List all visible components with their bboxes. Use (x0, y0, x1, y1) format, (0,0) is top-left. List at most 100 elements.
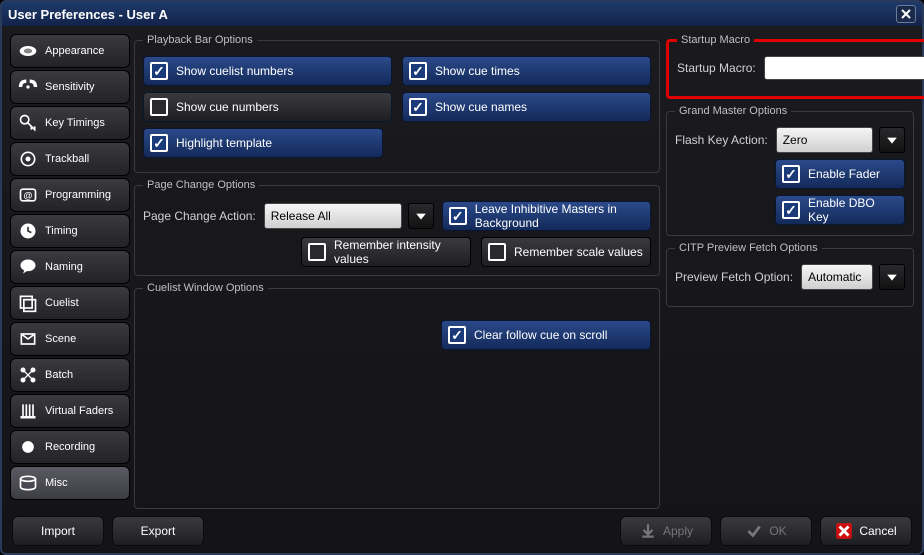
signal-icon (17, 76, 39, 98)
preferences-window: User Preferences - User A Appearance Sen… (0, 0, 924, 555)
key-icon (17, 112, 39, 134)
sidebar-item-naming[interactable]: Naming (10, 250, 130, 284)
highlight-template-checkbox[interactable]: ✓ Highlight template (143, 128, 383, 158)
cuelist-window-options: Cuelist Window Options ✓ Clear follow cu… (134, 282, 660, 509)
sidebar-item-cuelist[interactable]: Cuelist (10, 286, 130, 320)
show-cue-numbers-checkbox[interactable]: ✓ Show cue numbers (143, 92, 392, 122)
sidebar: Appearance Sensitivity Key Timings Track… (10, 34, 130, 509)
startup-macro-input[interactable] (764, 56, 924, 80)
select-value: Zero (783, 133, 808, 147)
sidebar-item-programming[interactable]: @ Programming (10, 178, 130, 212)
sidebar-item-scene[interactable]: Scene (10, 322, 130, 356)
grand-master-options: Grand Master Options Flash Key Action: Z… (666, 105, 914, 236)
sidebar-item-timing[interactable]: Timing (10, 214, 130, 248)
show-cue-times-checkbox[interactable]: ✓ Show cue times (402, 56, 651, 86)
sidebar-item-appearance[interactable]: Appearance (10, 34, 130, 68)
flash-key-select[interactable]: Zero (776, 127, 873, 153)
show-cuelist-numbers-checkbox[interactable]: ✓ Show cuelist numbers (143, 56, 392, 86)
sidebar-item-key-timings[interactable]: Key Timings (10, 106, 130, 140)
citp-options: CITP Preview Fetch Options Preview Fetch… (666, 242, 914, 307)
checkbox-icon: ✓ (150, 134, 168, 152)
sidebar-item-recording[interactable]: Recording (10, 430, 130, 464)
show-cue-names-checkbox[interactable]: ✓ Show cue names (402, 92, 651, 122)
checkbox-label: Show cue names (435, 100, 527, 114)
target-icon (17, 148, 39, 170)
apply-button[interactable]: Apply (620, 516, 712, 546)
sidebar-item-batch[interactable]: Batch (10, 358, 130, 392)
close-button[interactable] (896, 5, 916, 23)
grid-icon (17, 364, 39, 386)
dropdown-arrow[interactable] (879, 127, 905, 153)
checkbox-label: Show cuelist numbers (176, 64, 293, 78)
at-icon: @ (17, 184, 39, 206)
checkbox-icon (488, 243, 506, 261)
faders-icon (17, 400, 39, 422)
checkbox-icon: ✓ (782, 201, 800, 219)
checkbox-icon: ✓ (150, 98, 168, 116)
citp-select[interactable]: Automatic (801, 264, 873, 290)
startup-macro-label: Startup Macro: (677, 61, 756, 75)
check-icon (745, 522, 763, 540)
sidebar-item-trackball[interactable]: Trackball (10, 142, 130, 176)
sidebar-item-label: Key Timings (45, 117, 105, 129)
sidebar-item-label: Timing (45, 225, 78, 237)
checkbox-icon: ✓ (782, 165, 800, 183)
select-value: Release All (271, 209, 331, 223)
ok-button[interactable]: OK (720, 516, 812, 546)
citp-legend: CITP Preview Fetch Options (675, 242, 822, 254)
checkbox-icon: ✓ (409, 62, 427, 80)
dropdown-arrow[interactable] (408, 203, 434, 229)
left-column: Playback Bar Options ✓ Show cuelist numb… (134, 34, 660, 509)
startup-macro-group: Startup Macro Startup Macro: (666, 34, 924, 99)
checkbox-label: Highlight template (176, 136, 272, 150)
window-title: User Preferences - User A (8, 7, 168, 22)
sidebar-item-sensitivity[interactable]: Sensitivity (10, 70, 130, 104)
sidebar-item-virtual-faders[interactable]: Virtual Faders (10, 394, 130, 428)
frame-icon (17, 328, 39, 350)
swatch-icon (17, 40, 39, 62)
cuelist-window-legend: Cuelist Window Options (143, 282, 268, 294)
playback-legend: Playback Bar Options (143, 34, 257, 46)
bubble-icon (17, 256, 39, 278)
sidebar-item-label: Virtual Faders (45, 405, 113, 417)
checkbox-label: Enable Fader (808, 167, 880, 181)
sidebar-item-label: Appearance (45, 45, 104, 57)
remember-intensity-checkbox[interactable]: Remember intensity values (301, 237, 471, 267)
sidebar-item-misc[interactable]: Misc (10, 466, 130, 500)
grand-master-legend: Grand Master Options (675, 105, 791, 117)
checkbox-icon: ✓ (409, 98, 427, 116)
playback-bar-options: Playback Bar Options ✓ Show cuelist numb… (134, 34, 660, 173)
checkbox-label: Remember intensity values (334, 238, 464, 266)
page-change-action-select[interactable]: Release All (264, 203, 402, 229)
sidebar-item-label: Trackball (45, 153, 89, 165)
clear-follow-checkbox[interactable]: ✓ Clear follow cue on scroll (441, 320, 651, 350)
remember-scale-checkbox[interactable]: Remember scale values (481, 237, 651, 267)
leave-inhibitive-checkbox[interactable]: ✓ Leave Inhibitive Masters in Background (442, 201, 651, 231)
cancel-button[interactable]: Cancel (820, 516, 912, 546)
checkbox-label: Remember scale values (514, 245, 643, 259)
stack-icon (17, 292, 39, 314)
import-button[interactable]: Import (12, 516, 104, 546)
export-button[interactable]: Export (112, 516, 204, 546)
record-icon (17, 436, 39, 458)
startup-macro-legend: Startup Macro (677, 34, 754, 46)
enable-dbo-checkbox[interactable]: ✓ Enable DBO Key (775, 195, 905, 225)
titlebar: User Preferences - User A (2, 2, 922, 26)
checkbox-icon: ✓ (150, 62, 168, 80)
svg-text:@: @ (24, 190, 33, 200)
sidebar-item-label: Programming (45, 189, 111, 201)
page-change-action-label: Page Change Action: (143, 209, 256, 223)
page-change-legend: Page Change Options (143, 179, 259, 191)
enable-fader-checkbox[interactable]: ✓ Enable Fader (775, 159, 905, 189)
dropdown-arrow[interactable] (879, 264, 905, 290)
citp-label: Preview Fetch Option: (675, 270, 793, 284)
checkbox-label: Leave Inhibitive Masters in Background (475, 202, 644, 230)
main: Playback Bar Options ✓ Show cuelist numb… (134, 34, 914, 509)
clock-icon (17, 220, 39, 242)
checkbox-icon (308, 243, 326, 261)
page-change-options: Page Change Options Page Change Action: … (134, 179, 660, 276)
drive-icon (17, 472, 39, 494)
sidebar-item-label: Naming (45, 261, 83, 273)
sidebar-item-label: Batch (45, 369, 73, 381)
checkbox-label: Show cue numbers (176, 100, 279, 114)
